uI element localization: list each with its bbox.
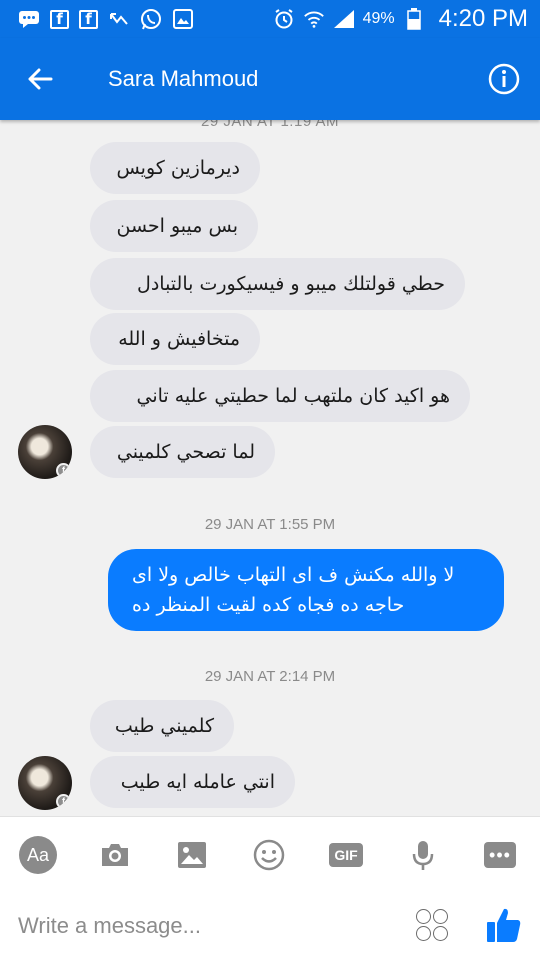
incoming-message[interactable]: بس ميبو احسن [90, 200, 258, 252]
gallery-button[interactable] [168, 831, 216, 879]
like-button[interactable] [484, 903, 524, 947]
sticker-face-icon [416, 926, 431, 941]
info-button[interactable] [472, 38, 536, 120]
timestamp-cut: 29 JAN AT 1:19 AM [200, 120, 339, 130]
outgoing-message[interactable]: لا والله مكنش ف اى التهاب خالص ولا اى حا… [108, 549, 504, 631]
message-input[interactable] [18, 909, 398, 943]
more-button[interactable]: ••• [476, 831, 524, 879]
conversation-header: Sara Mahmoud [0, 38, 540, 120]
microphone-icon [412, 841, 434, 870]
composer-toolbar: Aa GIF ••• [0, 831, 540, 879]
incoming-message[interactable]: هو اكيد كان ملتهب لما حطيتي عليه تاني [90, 370, 470, 422]
gif-icon: GIF [329, 843, 363, 867]
camera-button[interactable] [91, 831, 139, 879]
contact-avatar[interactable]: f [18, 756, 72, 810]
composer: Aa GIF ••• [0, 816, 540, 960]
text-style-button[interactable]: Aa [14, 831, 62, 879]
emoji-button[interactable] [245, 831, 293, 879]
messenger-screen: f f 49% 4:20 PM Sara Mahmoud 29 JAN AT 1… [0, 0, 540, 960]
facebook-notification-icon-2: f [79, 9, 98, 29]
status-bar: f f 49% 4:20 PM [0, 0, 540, 38]
incoming-message[interactable]: لما تصحي كلميني [90, 426, 275, 478]
photo-icon [178, 842, 206, 868]
outgoing-message-line: حاجه ده فجاه كده لقيت المنظر ده [132, 594, 405, 616]
message-list[interactable]: 29 JAN AT 1:19 AM ديرمازين كويس بس ميبو … [0, 120, 540, 816]
incoming-message[interactable]: كلميني طيب [90, 700, 234, 752]
battery-percent: 49% [362, 10, 395, 27]
system-indicators: 49% 4:20 PM [273, 5, 528, 33]
sticker-face-icon [433, 926, 448, 941]
info-icon [488, 63, 520, 95]
alarm-icon [273, 9, 295, 29]
gif-button[interactable]: GIF [322, 831, 370, 879]
smiley-icon [253, 839, 285, 871]
contact-name[interactable]: Sara Mahmoud [80, 66, 472, 92]
notification-icons: f f [18, 9, 194, 30]
incoming-message[interactable]: ديرمازين كويس [90, 142, 260, 194]
aa-icon: Aa [19, 836, 57, 874]
timestamp: 29 JAN AT 1:55 PM [204, 516, 336, 533]
messenger-badge-icon: f [56, 794, 71, 809]
camera-icon [102, 844, 128, 866]
outgoing-message-line: لا والله مكنش ف اى التهاب خالص ولا اى [132, 564, 455, 586]
message-notification-icon [18, 9, 40, 29]
incoming-message[interactable]: حطي قولتلك ميبو و فيسيكورت بالتبادل [90, 258, 465, 310]
back-arrow-icon [28, 68, 53, 90]
voice-button[interactable] [399, 831, 447, 879]
sticker-face-icon [416, 909, 431, 924]
back-button[interactable] [0, 38, 80, 120]
stickers-button[interactable] [416, 909, 448, 941]
contact-avatar[interactable]: f [18, 425, 72, 479]
missed-call-icon [108, 9, 130, 29]
incoming-message[interactable]: انتي عامله ايه طيب [90, 756, 295, 808]
wifi-icon [303, 9, 325, 29]
clock: 4:20 PM [438, 5, 528, 32]
facebook-notification-icon: f [50, 9, 69, 29]
signal-icon [333, 9, 355, 29]
battery-icon [403, 8, 425, 30]
whatsapp-icon [140, 9, 162, 30]
sticker-face-icon [433, 909, 448, 924]
gallery-icon [172, 9, 194, 29]
messenger-badge-icon: f [56, 463, 71, 478]
incoming-message[interactable]: متخافيش و الله [90, 313, 260, 365]
more-options-icon: ••• [484, 842, 516, 868]
timestamp: 29 JAN AT 2:14 PM [204, 668, 336, 685]
thumbs-up-icon [487, 908, 521, 942]
